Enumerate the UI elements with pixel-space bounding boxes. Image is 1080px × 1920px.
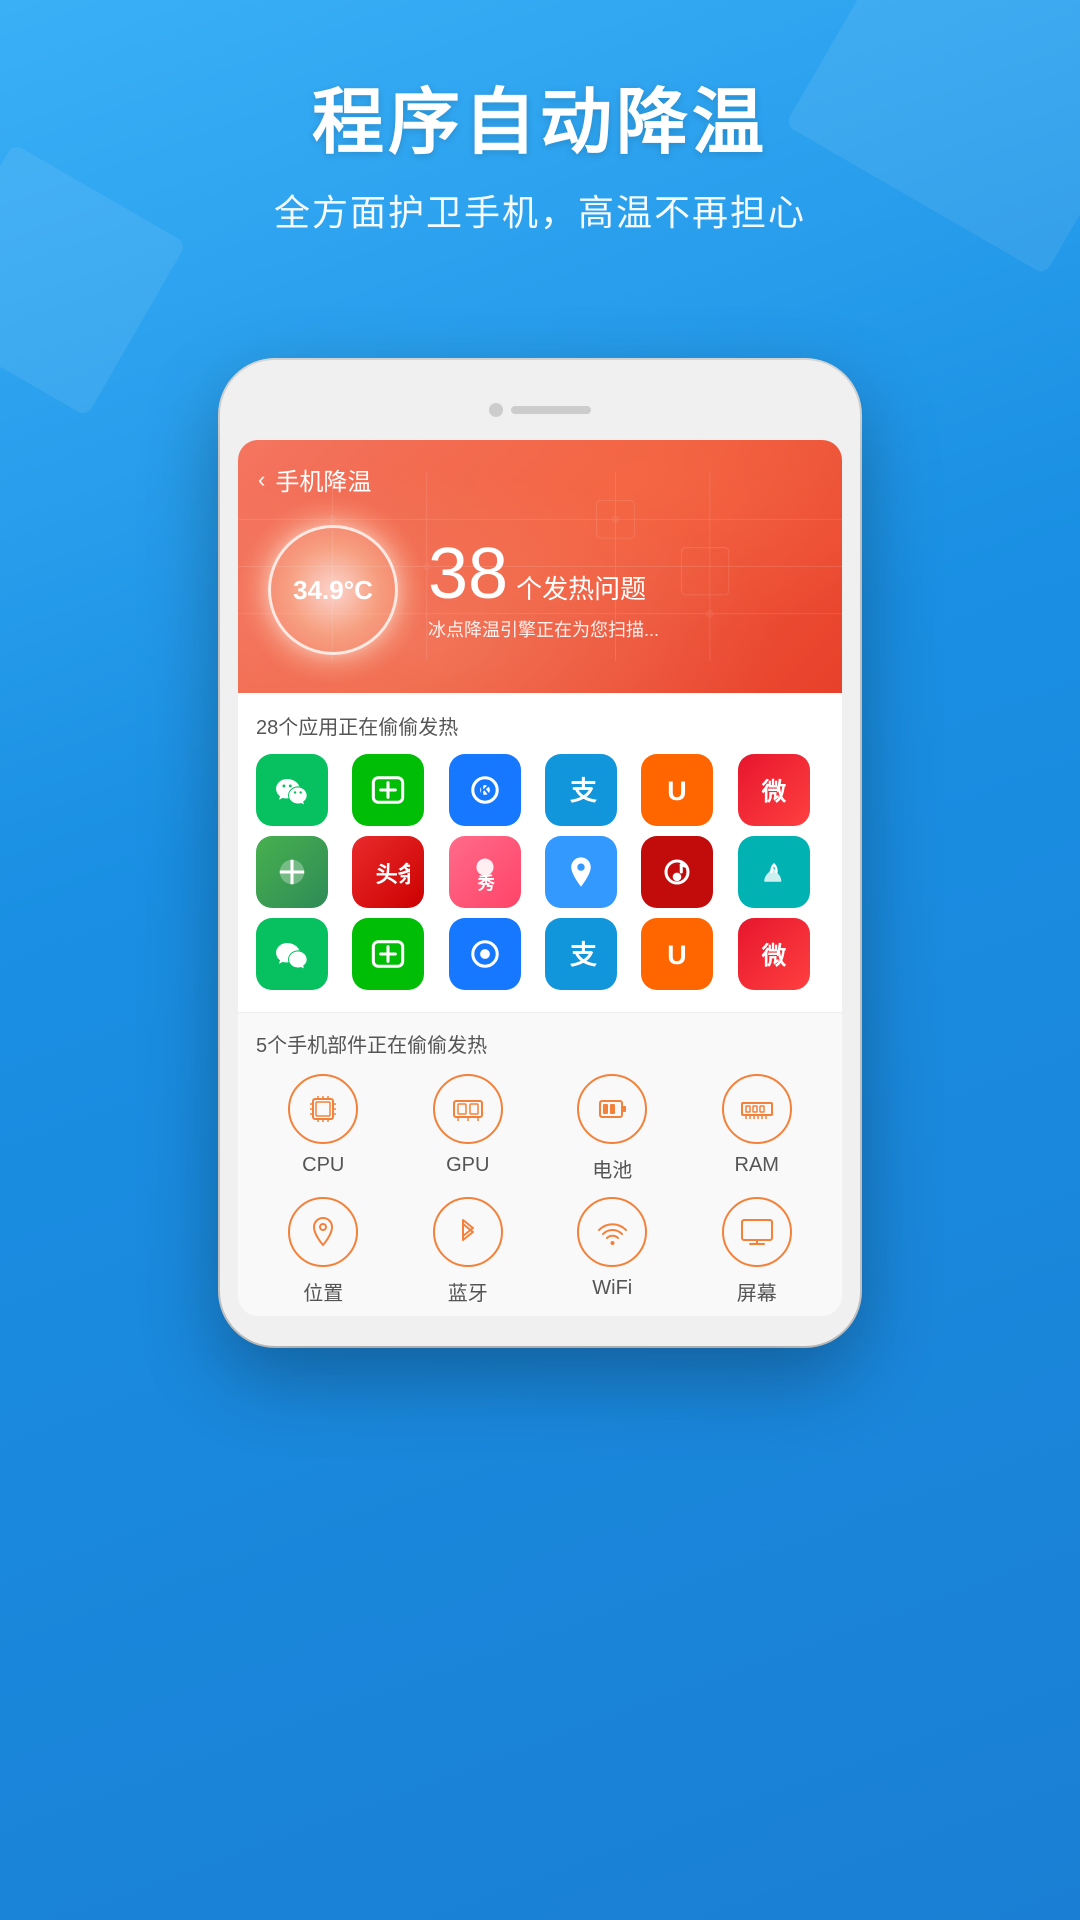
hardware-item-wifi: WiFi (545, 1197, 680, 1306)
phone-mockup: ‹ 手机降温 34.9°C 38 个发热问题 冰点降温引擎正 (220, 360, 860, 1346)
bluetooth-label: 蓝牙 (448, 1277, 488, 1306)
phone-speaker (511, 406, 591, 414)
app-icon-wechat2[interactable] (256, 918, 328, 990)
svg-text:微: 微 (760, 778, 786, 806)
svg-text:U: U (668, 776, 687, 806)
app-icon-camel[interactable] (738, 836, 810, 908)
app-grid: K 支 U 微 头条 秀 (256, 754, 824, 990)
app-icon-gaode[interactable] (545, 836, 617, 908)
app-icon-360[interactable] (256, 836, 328, 908)
gpu-icon (433, 1074, 503, 1144)
temperature-value: 34.9°C (293, 575, 373, 606)
header-section: 程序自动降温 全方面护卫手机，高温不再担心 (0, 80, 1080, 236)
header-title: 程序自动降温 (0, 80, 1080, 166)
app-icon-uc[interactable]: U (641, 754, 713, 826)
phone-camera (489, 403, 503, 417)
bg-decoration (878, 1678, 1042, 1842)
cpu-icon (288, 1074, 358, 1144)
back-button[interactable]: ‹ (258, 467, 265, 493)
hardware-item-bluetooth: 蓝牙 (401, 1197, 536, 1306)
phone-notch (238, 390, 842, 430)
app-screen-title: 手机降温 (275, 462, 371, 497)
phone-screen: ‹ 手机降温 34.9°C 38 个发热问题 冰点降温引擎正 (238, 440, 842, 1316)
app-icon-uc2[interactable]: U (641, 918, 713, 990)
app-icon-toutiao[interactable]: 头条 (352, 836, 424, 908)
temperature-row: 34.9°C 38 个发热问题 冰点降温引擎正在为您扫描... (258, 515, 822, 665)
battery-label: 电池 (592, 1154, 632, 1183)
temp-ring: 34.9°C (268, 525, 398, 655)
gpu-label: GPU (446, 1154, 489, 1177)
svg-text:微: 微 (760, 942, 786, 970)
hardware-item-ram: RAM (690, 1074, 825, 1183)
app-icon-meitu[interactable]: 秀 (449, 836, 521, 908)
hardware-item-screen: 屏幕 (690, 1197, 825, 1306)
location-label: 位置 (303, 1277, 343, 1306)
ram-icon (722, 1074, 792, 1144)
heat-description: 冰点降温引擎正在为您扫描... (428, 616, 659, 642)
app-icon-iqiyi[interactable] (352, 754, 424, 826)
temperature-circle: 34.9°C (258, 515, 408, 665)
hardware-grid2: 位置 蓝牙 (256, 1197, 824, 1306)
svg-text:秀: 秀 (476, 874, 495, 893)
app-icon-weibo[interactable]: 微 (738, 754, 810, 826)
app-icon-kuwo[interactable]: K (449, 754, 521, 826)
app-icon-wechat[interactable] (256, 754, 328, 826)
hardware-item-cpu: CPU (256, 1074, 391, 1183)
heat-number: 38 (428, 538, 508, 610)
hardware-section: 5个手机部件正在偷偷发热 (238, 1012, 842, 1316)
wifi-label: WiFi (592, 1277, 632, 1300)
hardware-grid: CPU GPU (256, 1074, 824, 1183)
app-icon-iqiyi2[interactable] (352, 918, 424, 990)
svg-text:U: U (668, 940, 687, 970)
bluetooth-icon (433, 1197, 503, 1267)
svg-text:支: 支 (570, 940, 597, 970)
hardware-item-gpu: GPU (401, 1074, 536, 1183)
heat-stats: 38 个发热问题 冰点降温引擎正在为您扫描... (428, 538, 659, 642)
hardware-section-label: 5个手机部件正在偷偷发热 (256, 1029, 824, 1058)
app-navbar: ‹ 手机降温 (258, 462, 822, 497)
ram-label: RAM (735, 1154, 779, 1177)
apps-section: 28个应用正在偷偷发热 K 支 U (238, 693, 842, 1012)
header-subtitle: 全方面护卫手机，高温不再担心 (0, 184, 1080, 236)
wifi-icon (577, 1197, 647, 1267)
app-icon-netease[interactable] (641, 836, 713, 908)
app-icon-kuwo2[interactable] (449, 918, 521, 990)
cpu-label: CPU (302, 1154, 344, 1177)
app-icon-alipay2[interactable]: 支 (545, 918, 617, 990)
apps-section-label: 28个应用正在偷偷发热 (256, 711, 824, 740)
heat-label: 个发热问题 (516, 569, 646, 606)
location-icon (288, 1197, 358, 1267)
app-header: ‹ 手机降温 34.9°C 38 个发热问题 冰点降温引擎正 (238, 440, 842, 693)
battery-icon (577, 1074, 647, 1144)
app-icon-weibo2[interactable]: 微 (738, 918, 810, 990)
heat-count-row: 38 个发热问题 (428, 538, 659, 610)
screen-label: 屏幕 (737, 1277, 777, 1306)
svg-text:支: 支 (570, 776, 597, 806)
screen-icon (722, 1197, 792, 1267)
hardware-item-location: 位置 (256, 1197, 391, 1306)
svg-text:K: K (480, 783, 491, 799)
hardware-item-battery: 电池 (545, 1074, 680, 1183)
app-icon-alipay[interactable]: 支 (545, 754, 617, 826)
svg-text:头条: 头条 (376, 862, 410, 887)
